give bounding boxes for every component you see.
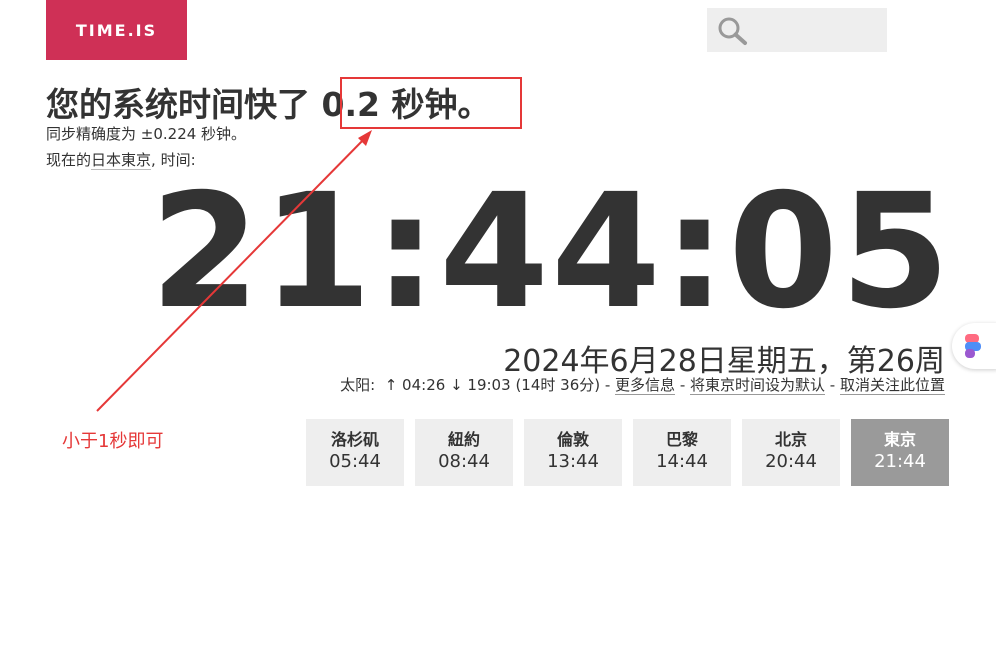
floating-extension-button[interactable] (952, 323, 996, 369)
extension-icon (965, 334, 981, 358)
annotation-arrow (96, 130, 372, 412)
annotation-text: 小于1秒即可 (62, 431, 164, 452)
